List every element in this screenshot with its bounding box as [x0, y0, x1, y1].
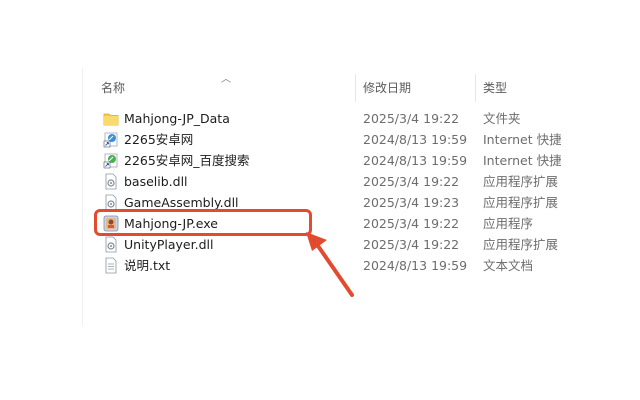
annotation-arrow-icon — [306, 232, 354, 297]
